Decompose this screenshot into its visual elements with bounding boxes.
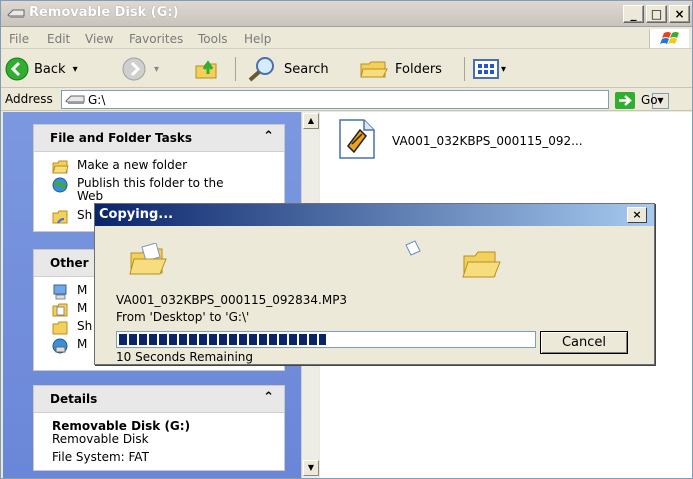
search-label: Search <box>284 61 329 77</box>
details-name: Removable Disk (G:) <box>52 419 191 433</box>
maximize-button[interactable]: □ <box>646 5 667 23</box>
menu-edit[interactable]: Edit <box>47 32 70 46</box>
panel-title: Details <box>50 392 98 406</box>
address-bar: Address G:\ ▼ Go <box>1 89 692 111</box>
address-field[interactable]: G:\ ▼ <box>61 90 669 109</box>
toolbar: Back ▾ ▾ Search Folders ▾ <box>1 50 692 88</box>
publish-web-icon <box>52 177 68 193</box>
menu-file[interactable]: File <box>9 32 29 46</box>
cancel-button[interactable]: Cancel <box>540 331 628 354</box>
forward-button[interactable]: ▾ <box>122 54 159 84</box>
flying-document-icon <box>405 240 421 256</box>
place-my-network[interactable]: M <box>52 338 87 354</box>
task-share-folder[interactable]: Sh <box>52 209 92 225</box>
menu-bar: File Edit View Favorites Tools Help <box>1 28 692 49</box>
title-bar[interactable]: Removable Disk (G:) _ □ × <box>1 1 692 27</box>
task-publish-web[interactable]: Publish this folder to the Web <box>52 177 252 203</box>
my-documents-icon <box>52 303 68 317</box>
menu-favorites[interactable]: Favorites <box>129 32 183 46</box>
windows-logo-icon <box>649 29 689 48</box>
place-label: M <box>77 283 88 297</box>
dialog-close-button[interactable]: × <box>627 207 647 223</box>
place-shared-documents[interactable]: Sh <box>52 320 92 336</box>
go-button[interactable]: Go <box>615 91 658 109</box>
forward-dropdown-icon[interactable]: ▾ <box>154 64 159 75</box>
collapse-icon[interactable]: ⌃ <box>263 129 274 144</box>
back-label: Back <box>34 61 66 77</box>
dialog-filename: VA001_032KBPS_000115_092834.MP3 <box>116 293 348 307</box>
go-arrow-icon <box>615 91 635 109</box>
scroll-up-button[interactable]: ▲ <box>303 113 319 129</box>
back-arrow-icon <box>5 57 29 81</box>
back-dropdown-icon[interactable]: ▾ <box>73 64 78 75</box>
dialog-title-bar[interactable]: Copying... × <box>95 204 654 226</box>
winamp-file-icon <box>339 119 375 159</box>
share-folder-icon <box>52 210 68 224</box>
address-value: G:\ <box>88 93 106 107</box>
address-label: Address <box>5 92 53 106</box>
up-folder-icon <box>195 60 217 79</box>
search-button[interactable]: Search <box>246 54 329 84</box>
file-item[interactable]: VA001_032KBPS_000115_092... <box>338 116 583 160</box>
panel-header[interactable]: File and Folder Tasks ⌃ <box>34 125 284 152</box>
explorer-window: Removable Disk (G:) _ □ × File Edit View… <box>0 0 693 479</box>
my-network-icon <box>52 338 68 354</box>
panel-title: Other <box>50 256 89 270</box>
my-computer-icon <box>53 284 67 300</box>
copy-progress-fill <box>119 334 326 345</box>
time-remaining: 10 Seconds Remaining <box>116 350 254 364</box>
shared-documents-icon <box>52 321 68 335</box>
folders-label: Folders <box>395 61 442 77</box>
menu-help[interactable]: Help <box>244 32 271 46</box>
panel-title: File and Folder Tasks <box>50 131 193 145</box>
task-label: Publish this folder to the Web <box>77 176 224 203</box>
forward-arrow-icon <box>122 57 146 81</box>
toolbar-separator <box>235 57 236 81</box>
search-icon <box>248 57 274 82</box>
menu-tools[interactable]: Tools <box>198 32 228 46</box>
dialog-title: Copying... <box>99 207 174 222</box>
menu-view[interactable]: View <box>85 32 113 46</box>
views-icon <box>473 59 499 79</box>
file-name: VA001_032KBPS_000115_092... <box>392 134 583 148</box>
task-make-new-folder[interactable]: Make a new folder <box>52 159 187 175</box>
dialog-from-to: From 'Desktop' to 'G:\' <box>116 310 250 324</box>
panel-header[interactable]: Details ⌃ <box>34 386 284 413</box>
place-label: M <box>77 337 88 351</box>
details-panel: Details ⌃ Removable Disk (G:) Removable … <box>33 385 285 471</box>
new-folder-icon <box>52 160 69 174</box>
window-title: Removable Disk (G:) <box>29 5 179 20</box>
place-label: Sh <box>77 319 93 333</box>
place-my-documents[interactable]: M <box>52 302 87 318</box>
place-my-computer[interactable]: M <box>52 284 87 300</box>
close-button[interactable]: × <box>669 5 690 23</box>
scroll-down-button[interactable]: ▼ <box>303 460 319 476</box>
toolbar-separator <box>464 57 465 81</box>
back-button[interactable]: Back ▾ <box>5 54 78 84</box>
minimize-button[interactable]: _ <box>623 5 644 23</box>
folders-icon <box>360 61 388 78</box>
copying-dialog: Copying... × VA001_032KBPS_000115_092834… <box>94 203 655 365</box>
copy-progress-bar <box>116 331 536 348</box>
destination-folder-icon <box>462 251 501 278</box>
details-type: Removable Disk <box>52 432 149 446</box>
collapse-icon[interactable]: ⌃ <box>263 390 274 405</box>
source-folder-icon <box>129 243 167 275</box>
task-label: Sh <box>77 208 93 222</box>
views-button[interactable]: ▾ <box>473 54 506 84</box>
place-label: M <box>77 301 88 315</box>
removable-disk-icon <box>65 95 85 104</box>
task-label: Make a new folder <box>77 158 188 172</box>
details-filesystem: File System: FAT <box>52 450 149 464</box>
go-label: Go <box>641 93 658 107</box>
up-folder-button[interactable] <box>194 54 220 84</box>
views-dropdown-icon[interactable]: ▾ <box>501 64 506 75</box>
folders-button[interactable]: Folders <box>359 54 442 84</box>
removable-disk-icon <box>7 9 25 18</box>
